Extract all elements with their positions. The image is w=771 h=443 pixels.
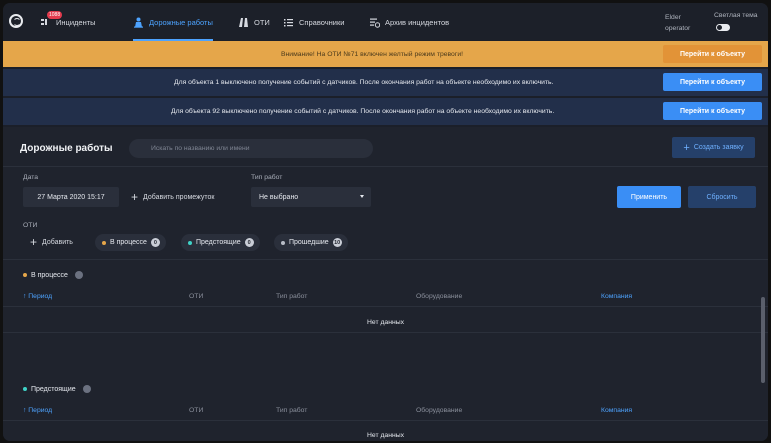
oti-vehicle-icon <box>238 17 249 28</box>
empty-state: Нет данных <box>366 432 404 439</box>
divider <box>3 306 768 307</box>
page-title: Дорожные работы <box>20 143 113 154</box>
add-interval-label: Добавить промежуток <box>143 193 215 201</box>
nav-item-archive[interactable]: Архив инцидентов <box>369 3 449 41</box>
caret-down-icon <box>360 195 364 198</box>
user-info[interactable]: Elder operator <box>665 12 690 34</box>
column-header[interactable]: Тип работ <box>276 407 307 414</box>
go-to-object-button[interactable]: Перейти к объекту <box>663 73 762 91</box>
work-type-select[interactable]: Не выбрано <box>251 187 371 207</box>
column-header[interactable]: ОТИ <box>189 407 203 414</box>
search-input[interactable] <box>129 139 373 158</box>
roadwork-worker-icon <box>133 17 144 28</box>
chip-count: 10 <box>332 238 342 247</box>
date-label: Дата <box>23 174 39 181</box>
column-header[interactable]: ОТИ <box>189 293 203 300</box>
empty-state: Нет данных <box>366 319 404 326</box>
chip-label: Предстоящие <box>196 239 241 246</box>
nav-item-label: Архив инцидентов <box>385 17 450 27</box>
banner-message: Внимание! На ОТИ №71 включен желтый режи… <box>281 50 464 58</box>
info-banner: Для объекта 1 выключено получение событи… <box>3 69 768 96</box>
divider <box>3 166 768 167</box>
divider <box>3 332 768 333</box>
go-to-object-button[interactable]: Перейти к объекту <box>663 45 762 63</box>
add-interval-button[interactable]: + Добавить промежуток <box>131 187 214 207</box>
work-type-value: Не выбрано <box>259 193 299 201</box>
nav-item-label: Дорожные работы <box>149 17 213 27</box>
status-dot-icon <box>102 240 106 245</box>
top-nav: 1088 Инциденты Дорожные работы ОТИ Справ… <box>3 3 768 41</box>
section-count-badge <box>74 271 83 279</box>
section-title-text: В процессе <box>31 271 68 279</box>
info-banner: Для объекта 92 выключено получение событ… <box>3 98 768 125</box>
plus-icon: + <box>131 190 139 204</box>
section-in-progress-title: В процессе <box>23 271 83 279</box>
add-oti-button[interactable]: + Добавить <box>30 234 73 250</box>
divider <box>3 259 768 260</box>
app-logo-icon[interactable] <box>9 14 23 28</box>
nav-item-label: Справочники <box>299 17 345 27</box>
column-period-sort[interactable]: ↑ Период <box>23 407 52 414</box>
section-upcoming-title: Предстоящие <box>23 385 91 393</box>
plus-icon: + <box>30 235 38 249</box>
plus-icon: + <box>683 141 690 154</box>
nav-item-directories[interactable]: Справочники <box>283 3 344 41</box>
column-header[interactable]: Оборудование <box>416 293 462 300</box>
chip-label: В процессе <box>110 239 147 246</box>
list-icon <box>283 17 294 28</box>
chip-in-progress[interactable]: В процессе 0 <box>95 234 166 251</box>
user-role: operator <box>665 25 691 32</box>
create-request-label: Создать заявку <box>693 144 744 151</box>
create-request-button[interactable]: + Создать заявку <box>672 137 755 158</box>
divider <box>3 420 768 421</box>
column-header[interactable]: Тип работ <box>276 293 307 300</box>
status-dot-icon <box>281 240 285 245</box>
oti-label: ОТИ <box>23 222 38 229</box>
chip-count: 0 <box>150 238 160 247</box>
nav-item-label: Инциденты <box>56 17 96 27</box>
app-screen: 1088 Инциденты Дорожные работы ОТИ Справ… <box>3 3 768 441</box>
theme-toggle[interactable] <box>716 24 730 31</box>
scrollbar[interactable] <box>761 297 765 383</box>
incidents-icon: 1088 <box>40 10 63 28</box>
nav-item-oti[interactable]: ОТИ <box>238 3 270 41</box>
user-name: Elder <box>665 14 681 21</box>
chip-count: 0 <box>244 238 254 247</box>
chip-label: Прошедшие <box>289 239 329 246</box>
column-header: Период <box>28 293 53 300</box>
section-title-text: Предстоящие <box>31 385 76 393</box>
column-header[interactable]: Компания <box>601 293 632 300</box>
chip-upcoming[interactable]: Предстоящие 0 <box>181 234 260 251</box>
column-period-sort[interactable]: ↑ Период <box>23 293 52 300</box>
column-header[interactable]: Оборудование <box>416 407 462 414</box>
work-type-label: Тип работ <box>251 174 283 181</box>
status-dot-icon <box>23 387 27 391</box>
apply-button[interactable]: Применить <box>617 186 681 208</box>
chip-past[interactable]: Прошедшие 10 <box>274 234 348 251</box>
nav-item-incidents[interactable]: 1088 Инциденты <box>40 3 96 41</box>
theme-label: Светлая тема <box>714 12 758 19</box>
status-dot-icon <box>23 273 27 277</box>
go-to-object-button[interactable]: Перейти к объекту <box>663 102 762 120</box>
add-oti-label: Добавить <box>42 238 73 246</box>
section-count-badge <box>82 385 91 393</box>
screenshot-frame: 1088 Инциденты Дорожные работы ОТИ Справ… <box>0 0 771 443</box>
reset-button[interactable]: Сбросить <box>688 186 756 208</box>
status-dot-icon <box>188 240 192 245</box>
incidents-badge: 1088 <box>47 10 63 19</box>
column-header: Период <box>28 407 53 414</box>
date-picker[interactable]: 27 Марта 2020 15:17 <box>23 187 119 207</box>
nav-item-label: ОТИ <box>254 17 270 27</box>
warning-banner: Внимание! На ОТИ №71 включен желтый режи… <box>3 41 768 67</box>
column-header[interactable]: Компания <box>601 407 632 414</box>
banner-message: Для объекта 92 выключено получение событ… <box>171 108 555 115</box>
roadworks-panel: Дорожные работы + Создать заявку Дата 27… <box>3 127 768 441</box>
nav-item-roadworks[interactable]: Дорожные работы <box>133 3 213 41</box>
banner-message: Для объекта 1 выключено получение событи… <box>174 79 554 86</box>
archive-icon <box>369 17 381 28</box>
